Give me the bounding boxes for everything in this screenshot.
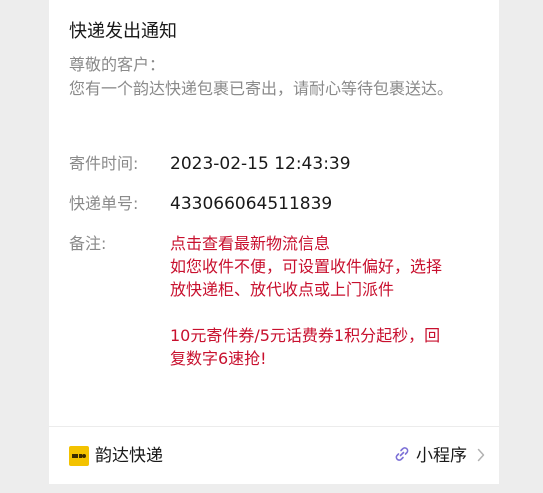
remark-content[interactable]: 点击查看最新物流信息 如您收件不便，可设置收件偏好，选择 放快递柜、放代收点或上… (170, 232, 488, 370)
remark-spacer (170, 301, 488, 324)
remark-line: 10元寄件券/5元话费券1积分起秒，回 (170, 326, 441, 345)
chevron-right-icon (477, 447, 485, 466)
send-time-value: 2023-02-15 12:43:39 (170, 154, 351, 174)
brand-name: 韵达快递 (95, 446, 163, 466)
card-footer[interactable]: 韵达快递 小程序 (49, 426, 499, 485)
remark-line: 如您收件不便，可设置收件偏好，选择 (170, 257, 443, 276)
remark-line: 放快递柜、放代收点或上门派件 (170, 280, 395, 299)
notice-title: 快递发出通知 (69, 21, 177, 42)
notice-greeting-block: 尊敬的客户： 您有一个韵达快递包裹已寄出，请耐心等待包裹送达。 (69, 53, 489, 101)
remark-line: 复数字6速抢! (170, 349, 267, 368)
remark-label: 备注: (69, 234, 107, 253)
tracking-number-value: 433066064511839 (170, 194, 333, 214)
miniprogram-label: 小程序 (416, 446, 467, 466)
tracking-number-label: 快递单号: (69, 194, 139, 213)
link-icon (394, 446, 410, 466)
remark-line-tracking-link[interactable]: 点击查看最新物流信息 (170, 232, 488, 255)
notice-message: 您有一个韵达快递包裹已寄出，请耐心等待包裹送达。 (69, 79, 454, 98)
yunda-logo-icon (69, 446, 89, 466)
brand-account[interactable]: 韵达快递 (69, 444, 163, 468)
miniprogram-link[interactable]: 小程序 (394, 444, 485, 468)
greeting-text: 尊敬的客户： (69, 55, 166, 74)
send-time-label: 寄件时间: (69, 154, 139, 173)
notification-card[interactable]: 快递发出通知 尊敬的客户： 您有一个韵达快递包裹已寄出，请耐心等待包裹送达。 寄… (49, 0, 499, 484)
